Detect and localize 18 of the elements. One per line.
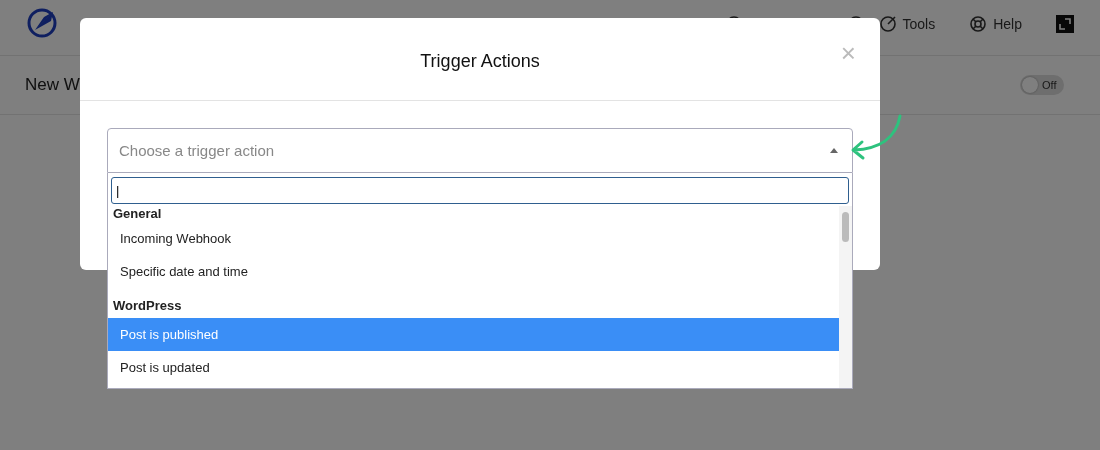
target-icon [878, 14, 897, 33]
toggle-switch[interactable]: Off [1020, 75, 1064, 95]
lifebuoy-icon [969, 14, 988, 33]
page-title: New W [25, 75, 80, 95]
option-item[interactable]: Specific date and time [108, 255, 839, 288]
search-field[interactable]: | [111, 177, 849, 204]
fullscreen-icon[interactable] [1056, 14, 1074, 33]
scrollbar[interactable] [839, 206, 852, 388]
option-group-label: WordPress [112, 297, 183, 315]
caret-icon [830, 148, 838, 153]
option-group-label: General [112, 206, 163, 222]
nav-link[interactable]: Help [969, 14, 1022, 33]
option-item[interactable]: Post is published [108, 318, 839, 351]
select-field[interactable]: Choose a trigger action [107, 128, 853, 173]
nav-link[interactable]: Tools [878, 14, 936, 33]
modal-title: Trigger Actions [420, 50, 540, 72]
option-item[interactable]: Incoming Webhook [108, 222, 839, 255]
option-item[interactable]: Post is updated [108, 351, 839, 384]
